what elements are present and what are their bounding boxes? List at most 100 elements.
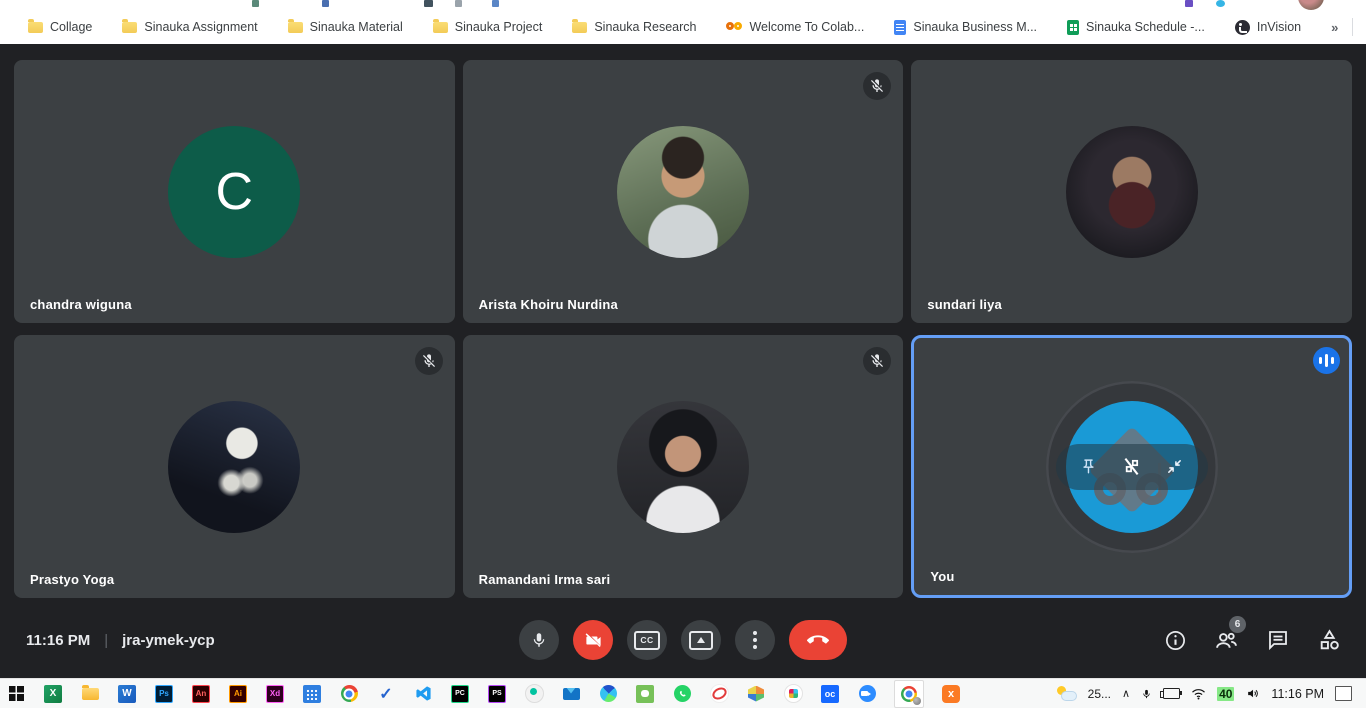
extension-icon[interactable] bbox=[1185, 0, 1193, 7]
bookmark-sinauka-project[interactable]: Sinauka Project bbox=[433, 20, 543, 34]
meeting-details-button[interactable] bbox=[1164, 629, 1187, 652]
captions-button[interactable]: CC bbox=[627, 620, 667, 660]
chat-button[interactable] bbox=[1266, 628, 1290, 652]
more-vert-icon bbox=[753, 631, 757, 649]
meeting-code: jra-ymek-ycp bbox=[122, 632, 215, 649]
taskbar-vscode[interactable] bbox=[413, 684, 433, 704]
minimize-tile-icon[interactable] bbox=[1166, 458, 1183, 475]
participant-name: Arista Khoiru Nurdina bbox=[479, 297, 618, 312]
address-bar-fragment bbox=[252, 0, 259, 7]
participant-tile-you[interactable]: You bbox=[911, 335, 1352, 598]
pin-tile-icon[interactable] bbox=[1080, 458, 1097, 475]
participant-avatar-initial: C bbox=[168, 126, 300, 258]
mic-muted-icon bbox=[863, 72, 891, 100]
participant-name: You bbox=[930, 569, 954, 584]
participant-avatar-photo bbox=[1066, 126, 1198, 258]
action-center-icon[interactable] bbox=[1335, 686, 1352, 701]
leave-call-button[interactable] bbox=[789, 620, 847, 660]
browser-profile-avatar[interactable] bbox=[1298, 0, 1324, 10]
participant-avatar-photo bbox=[617, 126, 749, 258]
taskbar-whatsapp[interactable] bbox=[672, 684, 692, 704]
taskbar-word[interactable]: W bbox=[117, 684, 137, 704]
remove-tile-icon[interactable] bbox=[1121, 456, 1142, 477]
microphone-button[interactable] bbox=[519, 620, 559, 660]
taskbar-chrome-active[interactable] bbox=[894, 680, 924, 708]
taskbar-edge[interactable] bbox=[598, 684, 618, 704]
meet-bottom-bar: 11:16 PM | jra-ymek-ycp CC 6 bbox=[0, 602, 1366, 678]
bookmark-label: Sinauka Business M... bbox=[913, 20, 1037, 34]
participant-tile-chandra[interactable]: C chandra wiguna bbox=[14, 60, 455, 323]
taskbar-oc-app[interactable]: oc bbox=[820, 684, 840, 704]
participants-button[interactable]: 6 bbox=[1214, 628, 1239, 653]
taskbar-chrome[interactable] bbox=[339, 684, 359, 704]
meeting-side-controls: 6 bbox=[1164, 628, 1342, 653]
taskbar-android-app[interactable] bbox=[635, 684, 655, 704]
battery-icon[interactable] bbox=[1163, 688, 1180, 699]
taskbar-phpstorm[interactable]: PS bbox=[487, 684, 507, 704]
taskbar-slack[interactable] bbox=[783, 684, 803, 704]
participant-tile-prastyo[interactable]: Prastyo Yoga bbox=[14, 335, 455, 598]
participant-count-badge: 6 bbox=[1229, 616, 1246, 633]
participant-avatar-photo bbox=[617, 401, 749, 533]
taskbar-hexagon-app[interactable] bbox=[746, 684, 766, 704]
bookmark-invision[interactable]: InVision bbox=[1235, 20, 1301, 35]
present-icon bbox=[689, 631, 713, 650]
bookmarks-bar: Collage Sinauka Assignment Sinauka Mater… bbox=[0, 10, 1366, 44]
extension-icon[interactable] bbox=[1216, 0, 1225, 7]
calendar-icon bbox=[303, 685, 321, 703]
battery-percent-badge[interactable]: 40 bbox=[1217, 687, 1234, 701]
participant-name: Ramandani Irma sari bbox=[479, 572, 611, 587]
system-tray: 25... ∧ 40 11:16 PM bbox=[1057, 686, 1360, 701]
taskbar-pycharm[interactable]: PC bbox=[450, 684, 470, 704]
taskbar-xampp[interactable]: x bbox=[941, 684, 961, 704]
folder-icon bbox=[288, 22, 303, 33]
bookmark-welcome-to-colab[interactable]: Welcome To Colab... bbox=[726, 19, 864, 35]
camera-off-button[interactable] bbox=[573, 620, 613, 660]
activities-button[interactable] bbox=[1317, 628, 1342, 653]
taskbar-apps: X W Ps An Ai Xd ✓ PC PS oc x bbox=[6, 680, 961, 708]
start-button[interactable] bbox=[6, 684, 26, 704]
taskbar-calendar[interactable] bbox=[302, 684, 322, 704]
participant-tile-ramandani[interactable]: Ramandani Irma sari bbox=[463, 335, 904, 598]
folder-icon bbox=[122, 22, 137, 33]
info-divider: | bbox=[104, 632, 108, 649]
check-icon: ✓ bbox=[379, 684, 392, 704]
taskbar-adobe-xd[interactable]: Xd bbox=[265, 684, 285, 704]
profile-overlay-badge bbox=[913, 697, 921, 705]
bookmarks-overflow-chevron[interactable]: » bbox=[1331, 20, 1338, 35]
taskbar-animate[interactable]: An bbox=[191, 684, 211, 704]
taskbar-file-explorer[interactable] bbox=[80, 684, 100, 704]
bookmark-sinauka-material[interactable]: Sinauka Material bbox=[288, 20, 403, 34]
folder-icon bbox=[433, 22, 448, 33]
taskbar-clock[interactable]: 11:16 PM bbox=[1271, 687, 1324, 701]
bookmark-sinauka-schedule[interactable]: Sinauka Schedule -... bbox=[1067, 20, 1205, 35]
bookmark-sinauka-assignment[interactable]: Sinauka Assignment bbox=[122, 20, 257, 34]
taskbar-emulator[interactable] bbox=[524, 684, 544, 704]
taskbar-excel[interactable]: X bbox=[43, 684, 63, 704]
volume-icon[interactable] bbox=[1245, 687, 1260, 700]
mic-muted-icon bbox=[863, 347, 891, 375]
colab-icon bbox=[726, 19, 742, 35]
wifi-icon[interactable] bbox=[1191, 688, 1206, 700]
google-sheets-icon bbox=[1067, 20, 1079, 35]
taskbar-mail[interactable] bbox=[561, 684, 581, 704]
hidden-icons-chevron[interactable]: ∧ bbox=[1122, 687, 1130, 700]
bookmark-sinauka-research[interactable]: Sinauka Research bbox=[572, 20, 696, 34]
meeting-info: 11:16 PM | jra-ymek-ycp bbox=[0, 632, 215, 649]
present-screen-button[interactable] bbox=[681, 620, 721, 660]
taskbar-todo[interactable]: ✓ bbox=[376, 684, 396, 704]
taskbar-zoom[interactable] bbox=[857, 684, 877, 704]
taskbar-photoshop[interactable]: Ps bbox=[154, 684, 174, 704]
xampp-icon: x bbox=[942, 685, 960, 703]
taskbar-drawing-app[interactable] bbox=[709, 684, 729, 704]
weather-temperature[interactable]: 25... bbox=[1088, 687, 1111, 701]
bookmarks-divider bbox=[1352, 18, 1353, 36]
tray-microphone-icon[interactable] bbox=[1141, 687, 1152, 701]
bookmark-collage[interactable]: Collage bbox=[28, 20, 92, 34]
bookmark-sinauka-business[interactable]: Sinauka Business M... bbox=[894, 20, 1037, 35]
participant-tile-sundari[interactable]: sundari liya bbox=[911, 60, 1352, 323]
more-options-button[interactable] bbox=[735, 620, 775, 660]
taskbar-illustrator[interactable]: Ai bbox=[228, 684, 248, 704]
participant-tile-arista[interactable]: Arista Khoiru Nurdina bbox=[463, 60, 904, 323]
weather-icon[interactable] bbox=[1057, 686, 1077, 701]
